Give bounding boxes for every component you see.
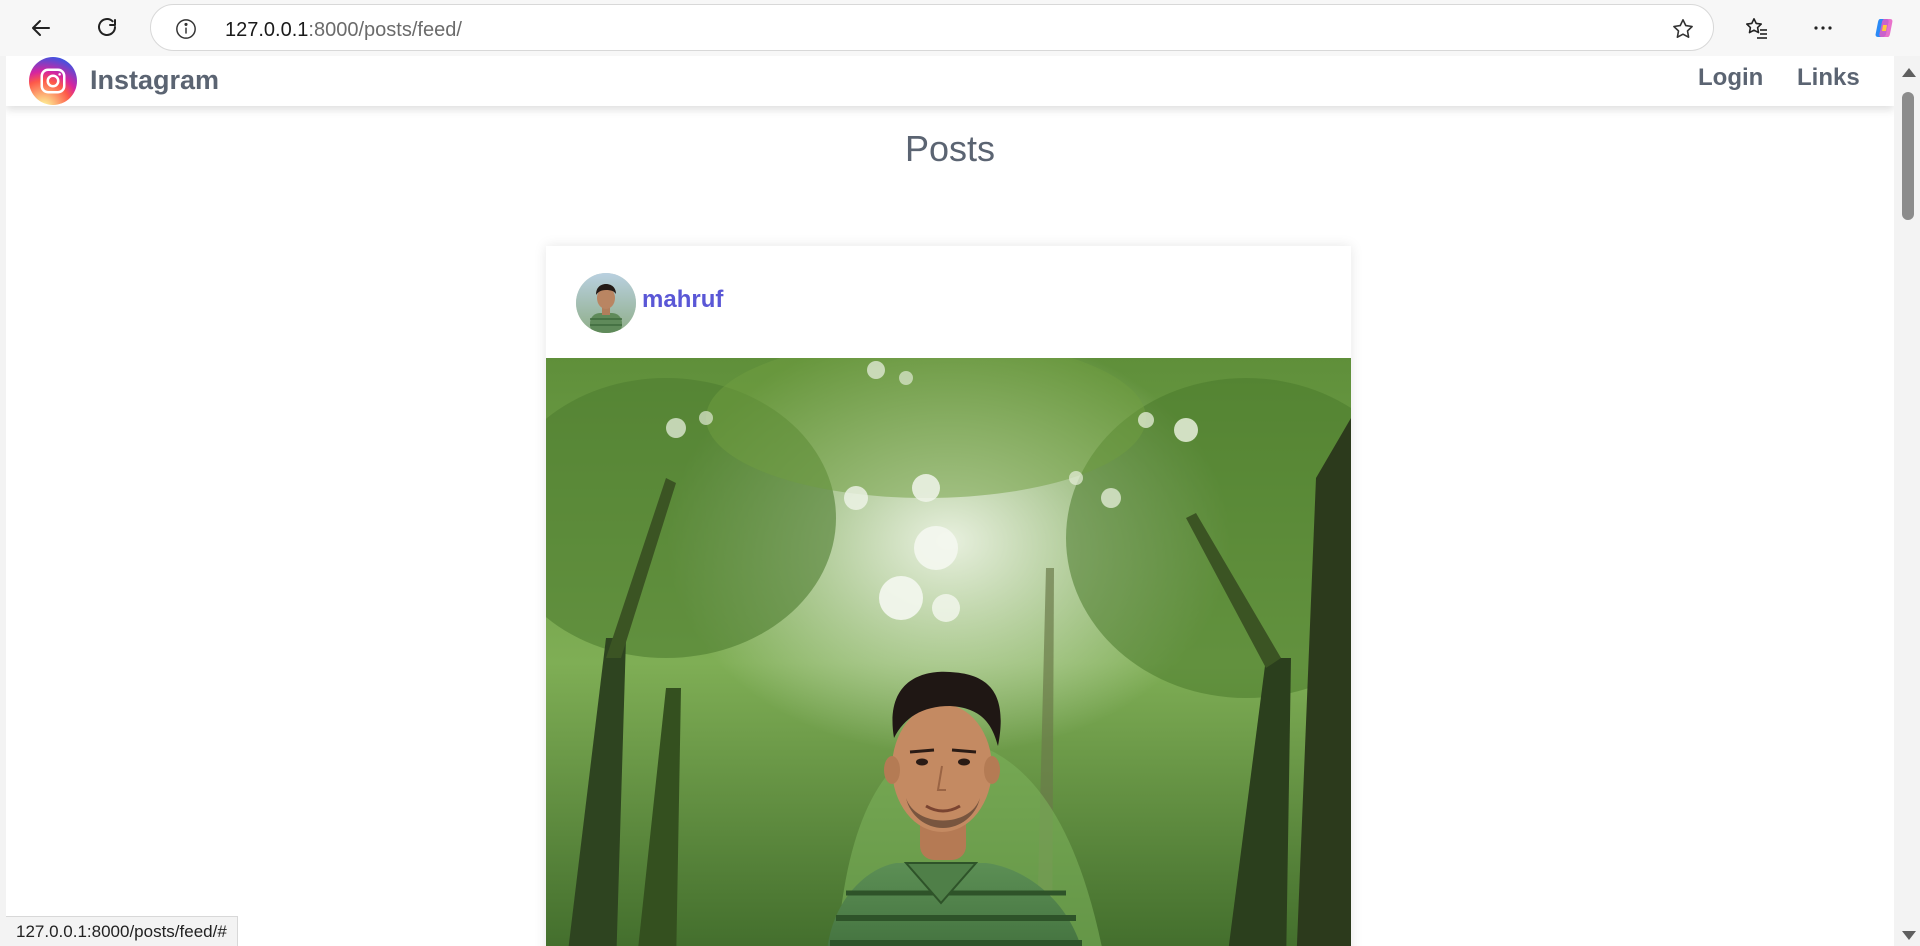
more-button[interactable]	[1804, 9, 1842, 47]
info-icon[interactable]	[175, 18, 197, 40]
status-url: 127.0.0.1:8000/posts/feed/#	[6, 916, 238, 946]
copilot-button[interactable]	[1866, 9, 1904, 47]
brand-name[interactable]: Instagram	[90, 65, 219, 96]
address-bar[interactable]: 127.0.0.1:8000/posts/feed/	[150, 4, 1714, 51]
avatar[interactable]	[576, 273, 636, 333]
star-icon[interactable]	[1671, 17, 1695, 41]
browser-toolbar: 127.0.0.1:8000/posts/feed/	[0, 0, 1920, 56]
instagram-icon	[40, 68, 66, 94]
favorites-button[interactable]	[1738, 9, 1776, 47]
post-photo	[546, 358, 1351, 946]
more-icon	[1814, 26, 1832, 30]
post-card: mahruf	[546, 246, 1351, 946]
nav-link-links[interactable]: Links	[1797, 64, 1860, 92]
arrow-left-icon	[32, 20, 50, 36]
refresh-icon	[98, 18, 116, 36]
post-username[interactable]: mahruf	[642, 286, 723, 314]
scroll-up-icon[interactable]	[1902, 68, 1916, 77]
page-viewport: Instagram Login Links Posts mahruf	[6, 56, 1894, 946]
favorites-icon	[1746, 18, 1767, 39]
refresh-button[interactable]	[88, 9, 126, 47]
copilot-icon	[1875, 19, 1893, 37]
nav-link-login[interactable]: Login	[1698, 64, 1763, 92]
scroll-thumb[interactable]	[1902, 92, 1914, 220]
scrollbar[interactable]	[1894, 56, 1920, 946]
post-image	[546, 358, 1351, 946]
brand-logo[interactable]	[29, 57, 77, 105]
page-title: Posts	[904, 128, 996, 169]
scroll-down-icon[interactable]	[1902, 931, 1916, 940]
url-path: :8000/posts/feed/	[308, 19, 462, 41]
avatar-photo	[576, 273, 636, 333]
post-header: mahruf	[546, 246, 1351, 358]
back-button[interactable]	[22, 9, 60, 47]
url-text: 127.0.0.1:8000/posts/feed/	[225, 19, 462, 42]
url-host: 127.0.0.1	[225, 19, 309, 41]
app-navbar: Instagram Login Links	[6, 56, 1894, 106]
